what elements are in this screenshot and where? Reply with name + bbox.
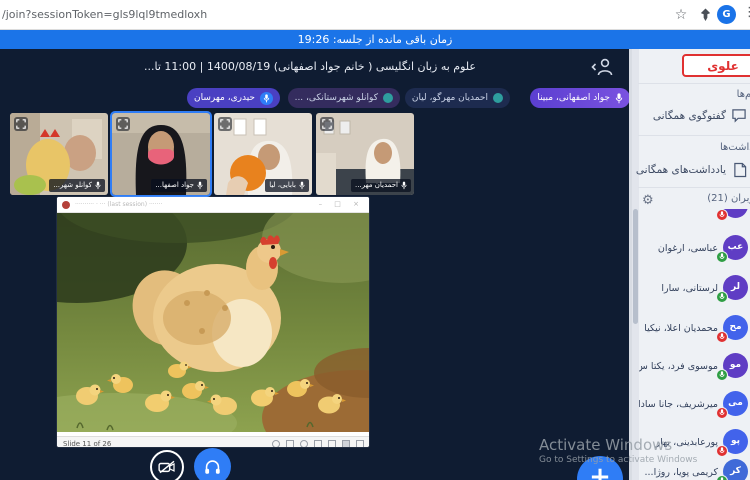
session-timer-banner: زمان باقی مانده از جلسه: 19:26 <box>0 30 750 49</box>
expand-icon[interactable] <box>116 117 130 131</box>
speaker-badge[interactable]: کوانلو شهرستانکی، ... <box>287 88 400 108</box>
school-badge: علوی <box>682 54 750 77</box>
sidebar-item-label: گفتوگوی همگانی <box>652 110 726 122</box>
call-status-icon <box>716 445 728 457</box>
user-name: عباسی، ارغوان <box>657 243 718 254</box>
speaker-badge[interactable]: جواد اصفهانی، مبینا <box>530 88 630 108</box>
session-title: علوم به زبان انگلیسی ( خانم جواد اصفهانی… <box>144 60 476 73</box>
slide-grid-icon[interactable] <box>342 440 350 447</box>
video-thumbnail[interactable]: بابایی، لیا <box>214 113 312 195</box>
audio-button[interactable] <box>194 448 231 480</box>
user-name: کریمی پویا، روژا... <box>644 467 718 478</box>
extension-pin-icon[interactable] <box>699 8 712 22</box>
document-icon <box>62 201 70 209</box>
user-name: لرستانی، سارا <box>661 283 718 294</box>
slide-play-icon[interactable] <box>300 440 308 447</box>
presentation-titlebar: ·········· · ··· (last session) ······· … <box>57 197 369 213</box>
speaker-badge[interactable]: احمدیان مهرگو، لیان <box>404 88 510 108</box>
status-dot-icon <box>383 93 393 103</box>
user-row[interactable]: لرستانی، سارا لر <box>639 273 750 307</box>
video-name-label: جواد اصفها... <box>151 179 207 192</box>
mic-icon <box>197 181 203 190</box>
users-section-label: کاربران (21) <box>707 193 750 204</box>
status-dot-icon <box>493 93 503 103</box>
sidebar-item-public-notes[interactable]: یادداشت‌های همگانی <box>632 160 750 182</box>
window-controls[interactable]: – □ × <box>319 200 364 208</box>
user-row[interactable]: موسوی فرد، یکتا س... مو <box>639 351 750 385</box>
sidebar-scrollbar-thumb[interactable] <box>633 209 638 324</box>
note-file-icon <box>734 162 747 178</box>
messages-section-label: پیام‌ها <box>736 89 750 100</box>
participants-icon[interactable] <box>590 58 614 76</box>
speaker-badge-label: حیدری، مهرسان <box>194 93 255 103</box>
user-row[interactable]: کریمی پویا، روژا... کر <box>639 457 750 480</box>
user-row-partial[interactable] <box>639 209 750 225</box>
slide-menu-icon[interactable] <box>356 440 364 447</box>
speaker-badge-label: جواد اصفهانی، مبینا <box>537 93 610 103</box>
slide-fit-icon[interactable] <box>328 440 336 447</box>
video-name-label: بابایی، لیا <box>265 179 309 192</box>
slide-view-icon[interactable] <box>314 440 322 447</box>
mic-icon <box>299 181 305 190</box>
presentation-title-text: ·········· · ··· (last session) ······· <box>75 201 163 208</box>
gear-icon[interactable]: ⚙ <box>642 193 654 208</box>
user-name: موسوی فرد، یکتا س... <box>639 361 718 372</box>
user-row[interactable]: محمدیان اعلا، نیکیا مح <box>639 313 750 347</box>
mic-icon <box>401 181 407 190</box>
sidebar-item-label: یادداشت‌های همگانی <box>635 164 726 176</box>
call-status-icon <box>716 407 728 419</box>
video-thumbnail[interactable]: احمدیان مهر... <box>316 113 414 195</box>
divider <box>638 135 750 136</box>
mic-icon <box>260 91 273 105</box>
url-bar[interactable]: /join?sessionToken=gls9lql9tmedloxh <box>2 8 207 21</box>
expand-icon[interactable] <box>218 117 232 131</box>
speaker-badge-label: کوانلو شهرستانکی، ... <box>294 93 378 103</box>
speaker-badge-label: احمدیان مهرگو، لیان <box>411 93 488 103</box>
sidebar-item-public-chat[interactable]: گفتوگوی همگانی <box>632 106 750 128</box>
user-row[interactable]: عباسی، ارغوان عب <box>639 233 750 267</box>
divider <box>638 187 750 188</box>
browser-menu-icon[interactable]: ⋮ <box>743 5 750 20</box>
user-row[interactable]: میرشریف، جانا سادا... می <box>639 389 750 423</box>
expand-icon[interactable] <box>14 117 28 131</box>
user-name: پورعابدینی، بهار <box>655 437 718 448</box>
user-name: میرشریف، جانا سادا... <box>639 399 718 410</box>
slide-prev-icon[interactable] <box>272 440 280 447</box>
camera-off-button[interactable] <box>150 450 184 480</box>
call-status-icon <box>716 251 728 263</box>
video-thumbnail-active[interactable]: جواد اصفها... <box>110 111 212 197</box>
call-status-icon <box>716 475 728 480</box>
mic-icon <box>95 181 101 190</box>
divider <box>638 83 750 84</box>
notes-section-label: یادداشت‌ها <box>719 142 750 153</box>
video-name-label: کوانلو شهر... <box>49 179 105 192</box>
slide-counter: Slide 11 of 26 <box>63 440 112 447</box>
slide-pages-icon[interactable] <box>286 440 294 447</box>
speaker-badge[interactable]: حیدری، مهرسان <box>187 88 280 108</box>
user-name: محمدیان اعلا، نیکیا <box>644 323 718 334</box>
user-row[interactable]: پورعابدینی، بهار پو <box>639 427 750 461</box>
call-status-icon <box>716 369 728 381</box>
headphones-icon <box>205 459 220 474</box>
browser-toolbar: /join?sessionToken=gls9lql9tmedloxh ☆ G … <box>0 0 750 30</box>
call-status-icon <box>716 291 728 303</box>
call-status-icon <box>716 209 728 221</box>
presentation-window[interactable]: ·········· · ··· (last session) ······· … <box>57 197 369 447</box>
browser-profile-avatar[interactable]: G <box>717 5 736 24</box>
sidebar: علوی پیام‌ها گفتوگوی همگانی یادداشت‌ها ی… <box>632 49 750 480</box>
chat-bubble-icon <box>732 109 746 123</box>
user-list: عباسی، ارغوان عب لرستانی، سارا لر محمدیا… <box>639 209 750 480</box>
expand-icon[interactable] <box>320 117 334 131</box>
mic-icon <box>615 92 623 103</box>
video-name-label: احمدیان مهر... <box>351 179 411 192</box>
call-status-icon <box>716 331 728 343</box>
video-thumbnail[interactable]: کوانلو شهر... <box>10 113 108 195</box>
slide-statusbar: Slide 11 of 26 <box>57 436 369 447</box>
camera-off-icon <box>158 460 175 474</box>
add-button[interactable]: + <box>577 456 623 480</box>
slide-photo-hen-and-chicks <box>57 197 369 447</box>
bookmark-star-icon[interactable]: ☆ <box>672 6 690 24</box>
